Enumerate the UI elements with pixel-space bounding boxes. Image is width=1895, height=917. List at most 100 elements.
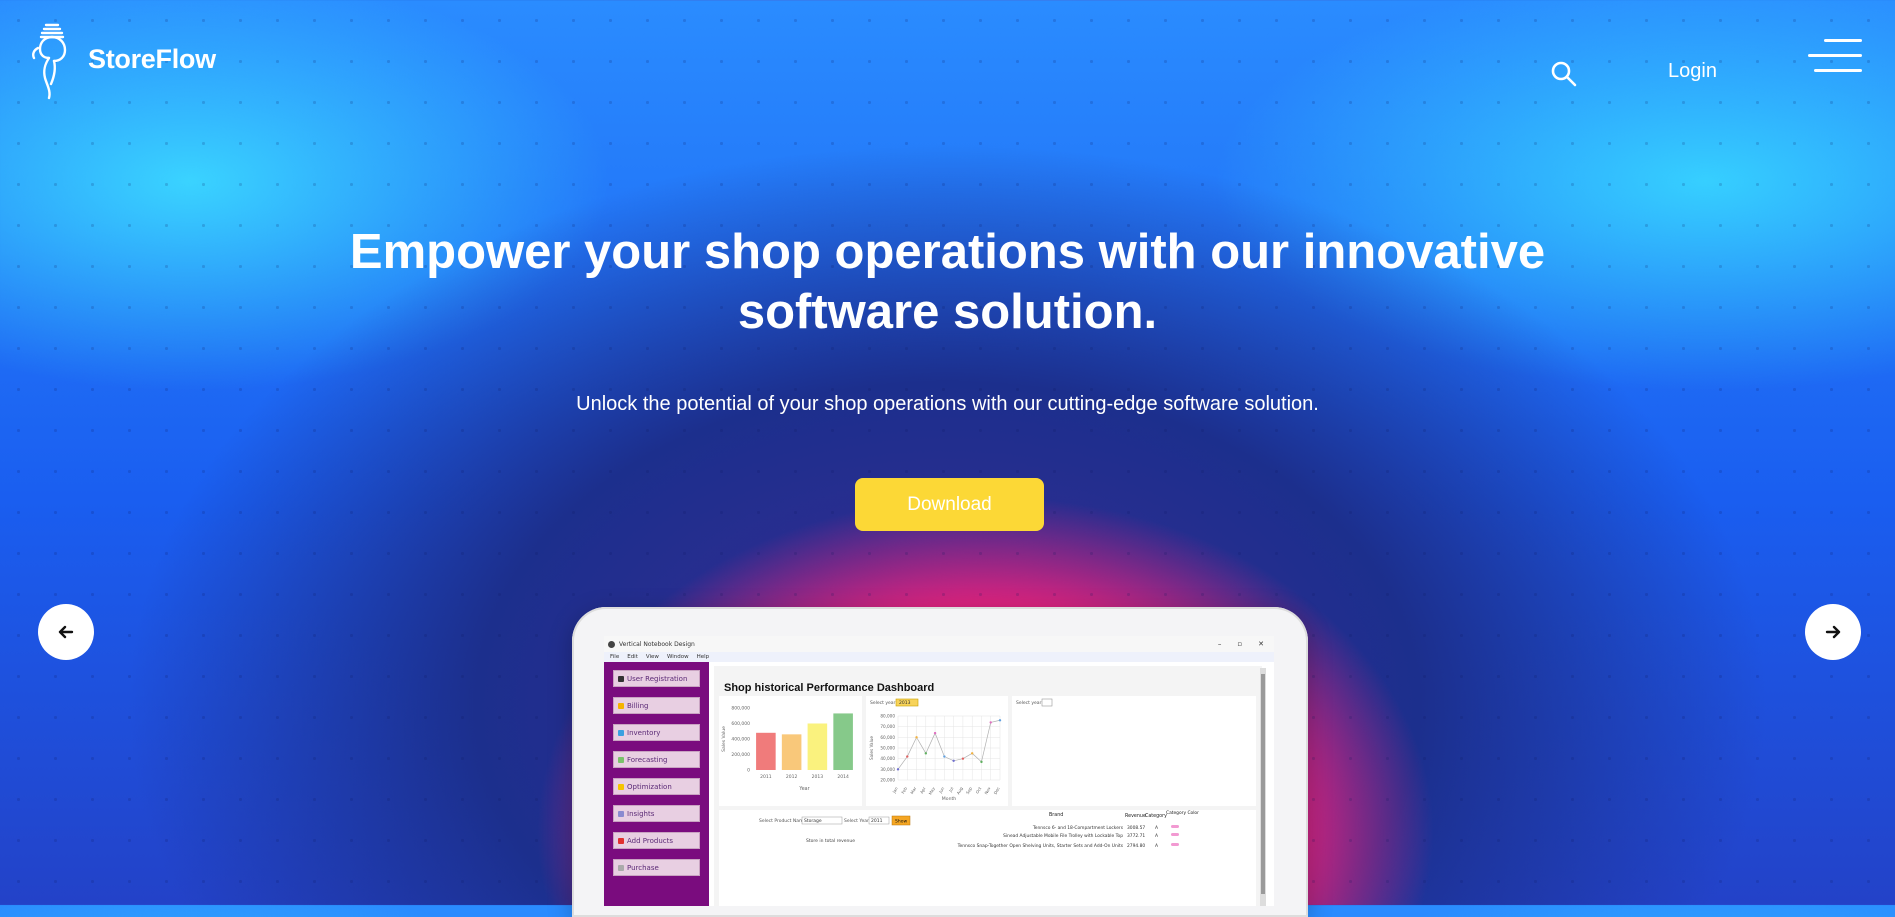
menu-bar-icon xyxy=(1808,54,1862,57)
select-year2-label: Select Year xyxy=(844,818,869,824)
select-product-label: Select Product Name xyxy=(759,818,806,824)
app-window-title: Vertical Notebook Design xyxy=(619,640,695,648)
third-chart-panel: Select year xyxy=(1012,696,1256,806)
app-scrollbar xyxy=(1260,668,1266,906)
line-chart-x-tick-label: Dec xyxy=(993,786,1001,795)
table-header-category: Category xyxy=(1145,813,1167,819)
table-cell-revenue: 3772.71 xyxy=(1127,833,1145,839)
line-chart-x-tick-label: May xyxy=(927,785,936,795)
line-chart-y-tick-label: 70,000 xyxy=(880,724,895,729)
table-cell-category: A xyxy=(1155,833,1158,839)
line-chart-x-tick-label: Oct xyxy=(975,786,983,795)
app-scrollbar-thumb xyxy=(1261,674,1265,894)
line-chart-x-tick-label: Feb xyxy=(900,786,908,795)
bar-chart-y-tick-label: 0 xyxy=(747,768,750,774)
line-chart-point xyxy=(989,721,992,724)
previous-slide-button[interactable] xyxy=(38,604,94,660)
bar-chart-y-axis-label: Sales Value xyxy=(721,726,727,752)
table-cell-brand: Tennsco Snap-Together Open Shelving Unit… xyxy=(957,843,1124,849)
line-chart-y-tick-label: 50,000 xyxy=(880,746,895,751)
line-chart-x-tick-label: Jul xyxy=(947,786,954,794)
line-chart-point xyxy=(970,752,974,755)
category-color-swatch xyxy=(1171,843,1179,846)
app-sidebar-item: Purchase xyxy=(613,859,700,876)
bar-chart: 800,000 600,000 400,000 200,000 0 Sales Value… xyxy=(721,706,853,792)
line-chart: Select year 2013 80,000 70,000 60,000 50,00… xyxy=(869,698,1002,802)
menu-view: View xyxy=(645,654,659,660)
line-chart-x-axis-label: Month xyxy=(942,796,956,802)
select-year-label: Select year xyxy=(870,700,896,706)
cart-icon xyxy=(618,864,624,871)
app-sidebar-label: Purchase xyxy=(627,863,659,872)
menu-bar-icon xyxy=(1824,39,1862,42)
hero-title: Empower your shop operations with our in… xyxy=(349,225,1546,339)
bar-chart-y-tick-label: 800,000 xyxy=(731,706,750,712)
user-icon xyxy=(618,675,624,682)
line-chart-y-axis-label: Sales Value xyxy=(869,736,874,760)
arrow-left-icon xyxy=(58,625,74,639)
line-chart-point xyxy=(924,752,928,755)
site-header: StoreFlow Login xyxy=(0,0,1895,120)
search-icon xyxy=(1551,61,1577,87)
product-select-value: Storage xyxy=(804,818,822,824)
brand-name: StoreFlow xyxy=(88,43,216,74)
table-cell-brand: Sinead Adjustable Mobile File Trolley wi… xyxy=(1003,833,1123,839)
line-chart-x-tick-label: Mar xyxy=(909,786,917,795)
maximize-icon: ▫ xyxy=(1237,640,1243,648)
line-chart-y-tick-label: 20,000 xyxy=(880,778,895,783)
line-chart-point xyxy=(943,755,946,758)
category-color-swatch xyxy=(1171,833,1179,836)
table-cell-revenue: 3008.57 xyxy=(1127,825,1145,831)
next-slide-button[interactable] xyxy=(1805,604,1861,660)
download-button[interactable]: Download xyxy=(855,478,1044,531)
show-button-label: Show xyxy=(895,819,907,825)
line-chart-point xyxy=(906,755,909,758)
bar-chart-x-axis-label: Year xyxy=(798,786,809,792)
line-chart-point xyxy=(952,759,955,762)
bar-chart-bar xyxy=(807,723,828,770)
table-cell-revenue: 2794.80 xyxy=(1127,843,1145,849)
app-sidebar-item: Insights xyxy=(613,805,700,822)
close-icon: ✕ xyxy=(1258,640,1264,648)
year2-select-value: 2011 xyxy=(871,818,883,824)
hamburger-menu-button[interactable] xyxy=(1808,38,1862,76)
menu-edit: Edit xyxy=(627,654,638,660)
menu-bar-icon xyxy=(1814,69,1862,72)
bulb-icon xyxy=(618,783,624,790)
brand-logo[interactable]: StoreFlow xyxy=(30,22,216,102)
table-cell-category: A xyxy=(1155,825,1158,831)
line-chart-point xyxy=(915,736,918,739)
menu-window: Window xyxy=(666,654,689,660)
line-chart-series-line xyxy=(897,719,1001,770)
login-link[interactable]: Login xyxy=(1668,60,1717,83)
line-chart-point xyxy=(896,768,900,771)
app-sidebar-item: Forecasting xyxy=(613,751,700,768)
bar-chart-panel: 800,000 600,000 400,000 200,000 0 Sales Value… xyxy=(719,696,862,806)
app-sidebar-label: User Registration xyxy=(627,674,688,683)
laptop-mockup: Vertical Notebook Design – ▫ ✕ File Edit… xyxy=(572,607,1308,917)
app-screenshot: Vertical Notebook Design – ▫ ✕ File Edit… xyxy=(604,636,1274,906)
line-chart-y-tick-label: 80,000 xyxy=(880,714,895,719)
third-chart-controls: Select year xyxy=(1016,698,1053,707)
minimize-icon: – xyxy=(1217,640,1222,648)
year-select-empty xyxy=(1041,698,1053,707)
line-chart-point xyxy=(961,757,965,760)
line-chart-point xyxy=(998,719,1002,722)
menu-file: File xyxy=(610,654,620,660)
bar-chart-bar xyxy=(833,713,853,770)
line-chart-y-tick-label: 60,000 xyxy=(880,735,895,740)
store-label: Store in total revenue xyxy=(806,838,855,844)
bar-chart-x-tick-label: 2013 xyxy=(812,774,824,780)
category-color-swatch xyxy=(1171,825,1179,828)
logo-mark-icon xyxy=(32,23,67,100)
search-button[interactable] xyxy=(1550,60,1578,88)
year-select-value: 2013 xyxy=(899,700,911,706)
line-chart-x-tick-label: Sep xyxy=(965,786,973,795)
app-sidebar-label: Insights xyxy=(627,809,655,818)
app-titlebar: Vertical Notebook Design – ▫ ✕ xyxy=(604,636,1274,652)
line-chart-x-tick-label: Jun xyxy=(937,786,945,795)
app-sidebar-label: Billing xyxy=(627,701,649,710)
bar-chart-x-tick-label: 2011 xyxy=(760,774,772,780)
bill-icon xyxy=(618,702,624,709)
table-header-brand: Brand xyxy=(1049,812,1063,818)
